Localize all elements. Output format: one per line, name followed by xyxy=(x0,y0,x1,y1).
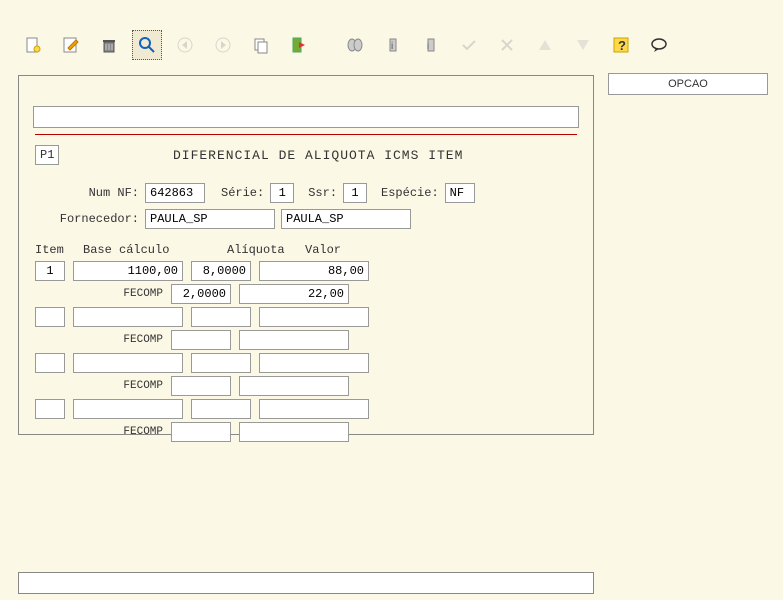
cell-fecomp-aliq[interactable] xyxy=(171,284,231,304)
svg-text:i: i xyxy=(427,41,429,51)
page-title: DIFERENCIAL DE ALIQUOTA ICMS ITEM xyxy=(59,148,577,163)
table-row xyxy=(35,353,577,373)
cell-fecomp-aliq[interactable] xyxy=(171,422,231,442)
ssr-field[interactable] xyxy=(343,183,367,203)
especie-field[interactable] xyxy=(445,183,475,203)
cell-item[interactable] xyxy=(35,261,65,281)
label-num-nf: Num NF: xyxy=(79,186,139,200)
cell-item[interactable] xyxy=(35,353,65,373)
toolbar: i i ? xyxy=(18,30,674,60)
table-row xyxy=(35,399,577,419)
header-bar xyxy=(33,106,579,128)
fecomp-label: FECOMP xyxy=(118,288,163,300)
label-serie: Série: xyxy=(221,186,264,200)
status-bar xyxy=(18,572,594,594)
opcao-button[interactable]: OPCAO xyxy=(608,73,768,95)
cell-fecomp-aliq[interactable] xyxy=(171,330,231,350)
delete-icon[interactable] xyxy=(94,30,124,60)
cell-aliq[interactable] xyxy=(191,399,251,419)
fornecedor-field-2[interactable] xyxy=(281,209,411,229)
cell-aliq[interactable] xyxy=(191,307,251,327)
search-icon[interactable] xyxy=(132,30,162,60)
fecomp-label: FECOMP xyxy=(118,380,163,392)
label-especie: Espécie: xyxy=(381,186,439,200)
info-icon[interactable]: i xyxy=(378,30,408,60)
cell-fecomp-valor[interactable] xyxy=(239,330,349,350)
table-row xyxy=(35,307,577,327)
col-item: Item xyxy=(35,243,75,257)
cell-aliq[interactable] xyxy=(191,261,251,281)
fornecedor-field-1[interactable] xyxy=(145,209,275,229)
cell-valor[interactable] xyxy=(259,261,369,281)
col-base: Base cálculo xyxy=(83,243,203,257)
cell-base[interactable] xyxy=(73,307,183,327)
cell-fecomp-valor[interactable] xyxy=(239,422,349,442)
cell-fecomp-aliq[interactable] xyxy=(171,376,231,396)
next-icon[interactable] xyxy=(208,30,238,60)
cancel-icon[interactable] xyxy=(492,30,522,60)
cell-item[interactable] xyxy=(35,307,65,327)
cell-valor[interactable] xyxy=(259,353,369,373)
num-nf-field[interactable] xyxy=(145,183,205,203)
col-aliq: Alíquota xyxy=(227,243,297,257)
cell-fecomp-valor[interactable] xyxy=(239,284,349,304)
cell-fecomp-valor[interactable] xyxy=(239,376,349,396)
fecomp-row: FECOMP xyxy=(35,284,577,304)
fecomp-row: FECOMP xyxy=(35,422,577,442)
confirm-icon[interactable] xyxy=(454,30,484,60)
svg-text:?: ? xyxy=(618,38,626,53)
col-valor: Valor xyxy=(305,243,415,257)
fecomp-row: FECOMP xyxy=(35,376,577,396)
up-icon[interactable] xyxy=(530,30,560,60)
filter-icon[interactable] xyxy=(340,30,370,60)
fecomp-label: FECOMP xyxy=(118,334,163,346)
cell-item[interactable] xyxy=(35,399,65,419)
divider xyxy=(35,134,577,135)
cell-base[interactable] xyxy=(73,399,183,419)
cell-aliq[interactable] xyxy=(191,353,251,373)
cell-valor[interactable] xyxy=(259,307,369,327)
info2-icon[interactable]: i xyxy=(416,30,446,60)
serie-field[interactable] xyxy=(270,183,294,203)
p1-badge: P1 xyxy=(35,145,59,165)
cell-valor[interactable] xyxy=(259,399,369,419)
cell-base[interactable] xyxy=(73,261,183,281)
label-fornecedor: Fornecedor: xyxy=(49,212,139,226)
svg-text:i: i xyxy=(391,41,393,52)
fecomp-label: FECOMP xyxy=(118,426,163,438)
comment-icon[interactable] xyxy=(644,30,674,60)
main-panel: P1 DIFERENCIAL DE ALIQUOTA ICMS ITEM Num… xyxy=(18,75,594,435)
prev-icon[interactable] xyxy=(170,30,200,60)
edit-icon[interactable] xyxy=(56,30,86,60)
exit-icon[interactable] xyxy=(284,30,314,60)
column-headers: Item Base cálculo Alíquota Valor xyxy=(35,243,577,257)
data-grid: FECOMP FECOMP FECOMP FECOMP xyxy=(29,261,583,442)
new-icon[interactable] xyxy=(18,30,48,60)
copy-icon[interactable] xyxy=(246,30,276,60)
label-ssr: Ssr: xyxy=(308,186,337,200)
table-row xyxy=(35,261,577,281)
fecomp-row: FECOMP xyxy=(35,330,577,350)
down-icon[interactable] xyxy=(568,30,598,60)
cell-base[interactable] xyxy=(73,353,183,373)
help-icon[interactable]: ? xyxy=(606,30,636,60)
